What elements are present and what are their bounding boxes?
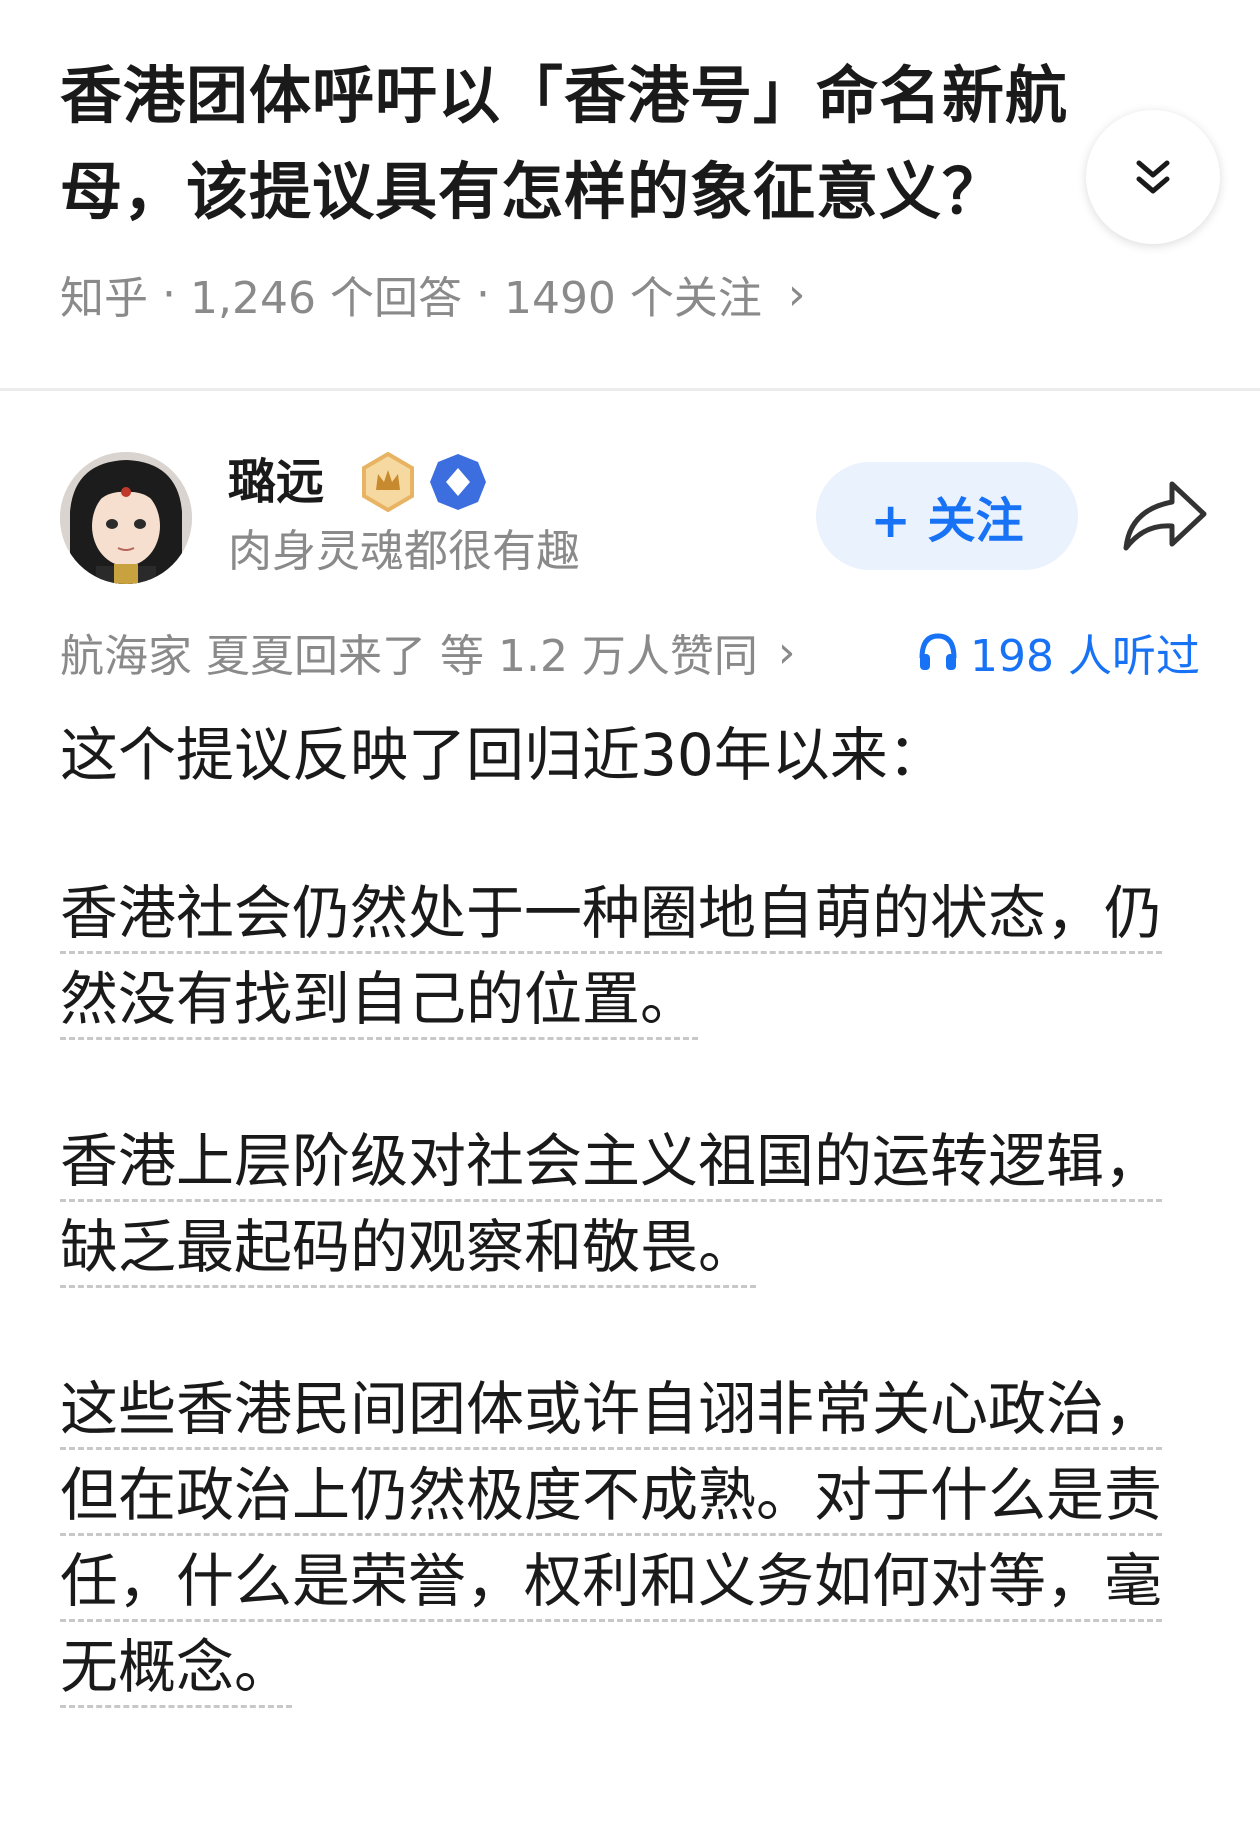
question-meta[interactable]: 知乎 · 1,246 个回答 · 1490 个关注 › <box>60 262 806 326</box>
paragraph-text[interactable]: 香港社会仍然处于一种圈地自萌的状态，仍然没有找到自己的位置。 <box>60 879 1163 1040</box>
listen-count-text: 198 人听过 <box>970 631 1200 682</box>
double-chevron-down-icon <box>1136 160 1170 194</box>
headphones-icon <box>919 633 957 670</box>
follow-button[interactable]: + 关注 <box>816 462 1078 570</box>
author-row: 璐远 肉身灵魂都很有趣 + 关注 <box>60 452 1210 586</box>
answer-paragraph: 香港社会仍然处于一种圈地自萌的状态，仍然没有找到自己的位置。 <box>60 870 1190 1042</box>
question-header: 香港团体呼吁以「香港号」命名新航母，该提议具有怎样的象征意义？ <box>60 48 1210 240</box>
answer-paragraph: 香港上层阶级对社会主义祖国的运转逻辑，缺乏最起码的观察和敬畏。 <box>60 1118 1190 1290</box>
listen-count[interactable]: 198 人听过 <box>916 620 1200 684</box>
author-name[interactable]: 璐远 <box>228 452 324 512</box>
expand-button[interactable] <box>1086 110 1220 244</box>
meta-separator: · <box>475 268 490 320</box>
paragraph-text[interactable]: 香港上层阶级对社会主义祖国的运转逻辑，缺乏最起码的观察和敬畏。 <box>60 1127 1163 1288</box>
voters-summary[interactable]: 航海家 夏夏回来了 等 1.2 万人赞同 › <box>60 620 796 684</box>
crown-badge-icon <box>362 452 414 512</box>
share-icon[interactable] <box>1118 474 1210 558</box>
answer-paragraph: 这些香港民间团体或许自诩非常关心政治，但在政治上仍然极度不成熟。对于什么是责任，… <box>60 1366 1190 1710</box>
avatar[interactable] <box>60 452 192 584</box>
paragraph-text[interactable]: 这些香港民间团体或许自诩非常关心政治，但在政治上仍然极度不成熟。对于什么是责任，… <box>60 1375 1163 1708</box>
section-divider <box>0 388 1260 391</box>
author-badges <box>358 452 488 512</box>
verified-badge-icon <box>430 454 486 510</box>
chevron-right-icon: › <box>777 626 796 678</box>
question-title[interactable]: 香港团体呼吁以「香港号」命名新航母，该提议具有怎样的象征意义？ <box>60 48 1120 240</box>
source-label: 知乎 <box>60 273 148 324</box>
answer-intro: 这个提议反映了回归近30年以来： <box>60 721 946 789</box>
answer-count: 1,246 个回答 <box>190 273 462 324</box>
voters-text: 航海家 夏夏回来了 等 1.2 万人赞同 <box>60 631 758 682</box>
follower-count: 1490 个关注 <box>503 273 762 324</box>
chevron-right-icon: › <box>787 268 806 320</box>
answer-content: 这个提议反映了回归近30年以来： 香港社会仍然处于一种圈地自萌的状态，仍然没有找… <box>60 712 1190 1786</box>
author-signature: 肉身灵魂都很有趣 <box>228 526 580 577</box>
meta-separator: · <box>162 268 176 320</box>
